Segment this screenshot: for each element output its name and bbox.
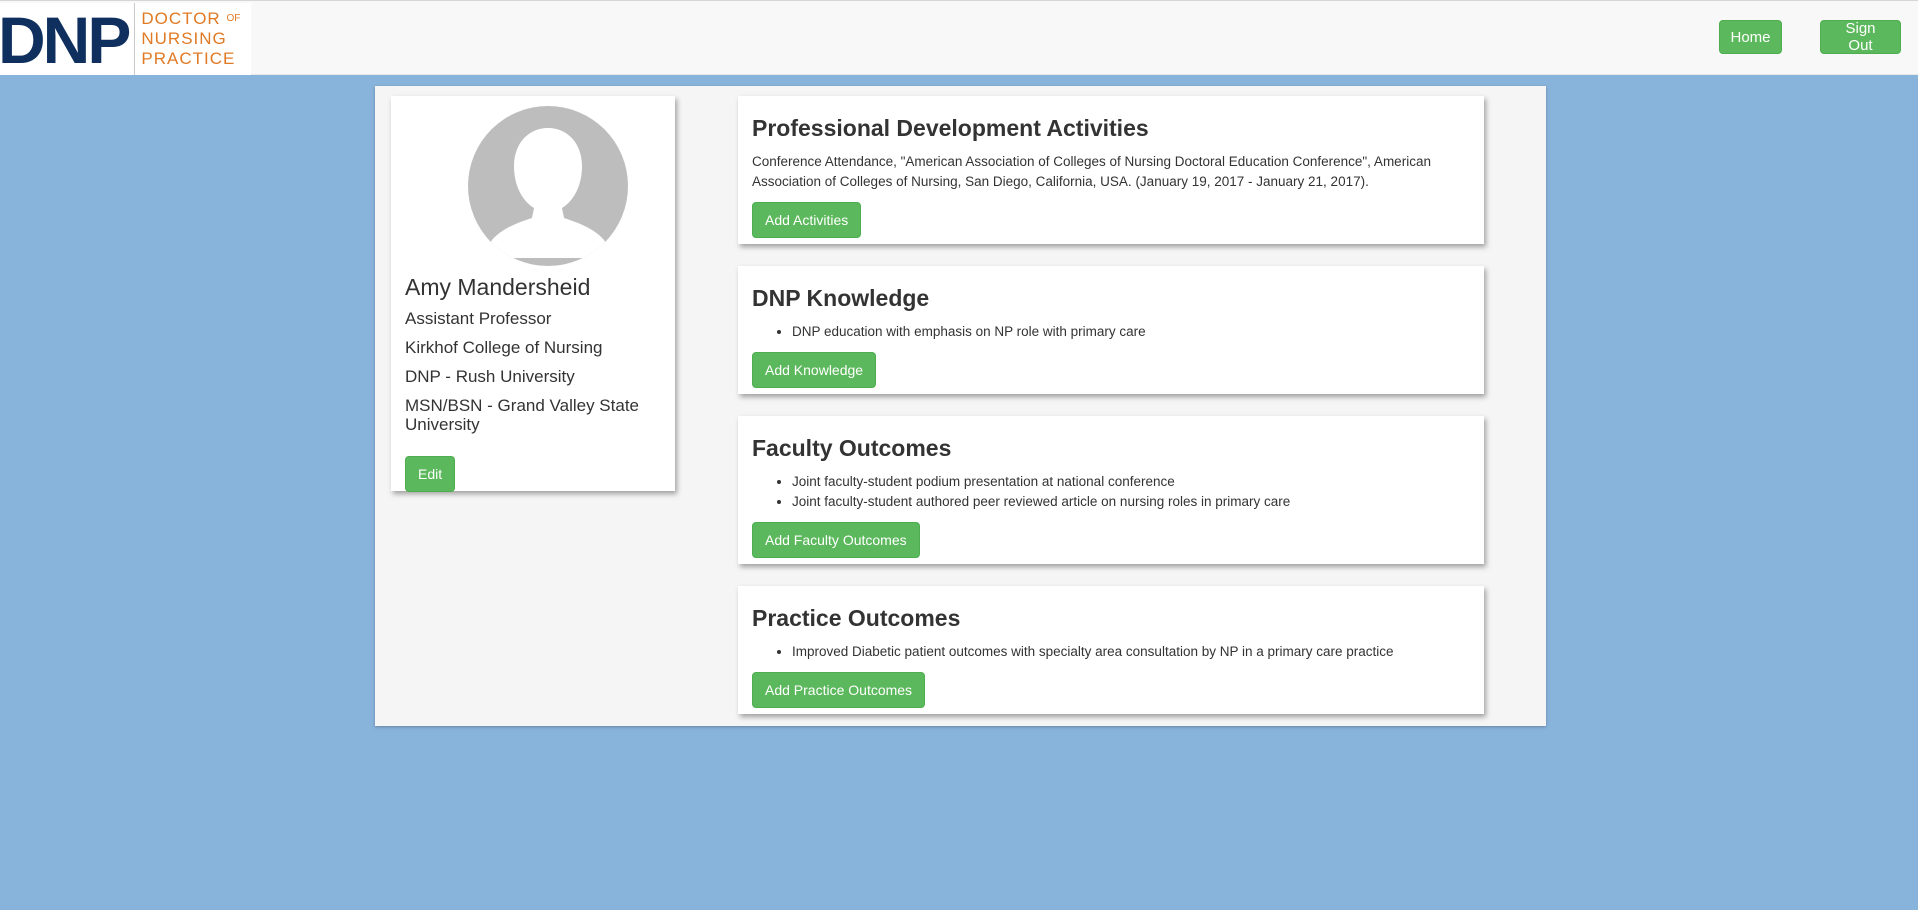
profile-college: Kirkhof College of Nursing bbox=[405, 338, 603, 357]
logo-of: OF bbox=[226, 13, 241, 24]
practice-outcomes-card: Practice Outcomes Improved Diabetic pati… bbox=[738, 586, 1484, 714]
practice-outcomes-list: Improved Diabetic patient outcomes with … bbox=[752, 642, 1472, 662]
edit-profile-button[interactable]: Edit bbox=[405, 456, 456, 492]
faculty-outcomes-list: Joint faculty-student podium presentatio… bbox=[752, 472, 1472, 512]
list-item: Joint faculty-student podium presentatio… bbox=[792, 472, 1472, 492]
logo-text: DOCTOR OF NURSING PRACTICE bbox=[141, 9, 240, 69]
profile-name: Amy Mandersheid bbox=[405, 274, 591, 300]
logo-divider bbox=[134, 3, 136, 75]
logo-line-doctor: DOCTOR bbox=[141, 9, 221, 28]
add-activities-button[interactable]: Add Activities bbox=[752, 202, 862, 238]
list-item: DNP education with emphasis on NP role w… bbox=[792, 322, 1472, 342]
add-knowledge-button[interactable]: Add Knowledge bbox=[752, 352, 877, 388]
profile-title: Assistant Professor bbox=[405, 309, 552, 328]
faculty-outcomes-card: Faculty Outcomes Joint faculty-student p… bbox=[738, 416, 1484, 564]
list-item: Improved Diabetic patient outcomes with … bbox=[792, 642, 1472, 662]
avatar bbox=[468, 106, 628, 266]
knowledge-card: DNP Knowledge DNP education with emphasi… bbox=[738, 266, 1484, 394]
logo-line-practice: PRACTICE bbox=[141, 49, 236, 68]
add-practice-outcomes-button[interactable]: Add Practice Outcomes bbox=[752, 672, 926, 708]
practice-outcomes-title: Practice Outcomes bbox=[752, 605, 961, 631]
activities-text: Conference Attendance, "American Associa… bbox=[752, 154, 1431, 189]
home-button[interactable]: Home bbox=[1719, 20, 1782, 54]
add-faculty-outcomes-button[interactable]: Add Faculty Outcomes bbox=[752, 522, 920, 558]
logo-line-nursing: NURSING bbox=[141, 29, 227, 48]
profile-degree-dnp: DNP - Rush University bbox=[405, 367, 575, 386]
faculty-outcomes-title: Faculty Outcomes bbox=[752, 435, 952, 461]
main-panel: Amy Mandersheid Assistant Professor Kirk… bbox=[375, 86, 1546, 726]
sign-out-button[interactable]: Sign Out bbox=[1820, 20, 1901, 54]
logo-mark: DNP bbox=[0, 3, 131, 77]
profile-card: Amy Mandersheid Assistant Professor Kirk… bbox=[391, 96, 675, 492]
knowledge-list: DNP education with emphasis on NP role w… bbox=[752, 322, 1472, 342]
activities-title: Professional Development Activities bbox=[752, 115, 1149, 141]
knowledge-title: DNP Knowledge bbox=[752, 285, 930, 311]
top-navbar: DNP DOCTOR OF NURSING PRACTICE Home Sign… bbox=[0, 0, 1918, 75]
profile-info: Amy Mandersheid Assistant Professor Kirk… bbox=[405, 274, 665, 444]
profile-degree-msn: MSN/BSN - Grand Valley State University bbox=[405, 396, 639, 434]
dnp-logo[interactable]: DNP DOCTOR OF NURSING PRACTICE bbox=[0, 3, 251, 75]
user-placeholder-icon bbox=[484, 128, 612, 258]
list-item: Joint faculty-student authored peer revi… bbox=[792, 492, 1472, 512]
activities-card: Professional Development Activities Conf… bbox=[738, 96, 1484, 244]
